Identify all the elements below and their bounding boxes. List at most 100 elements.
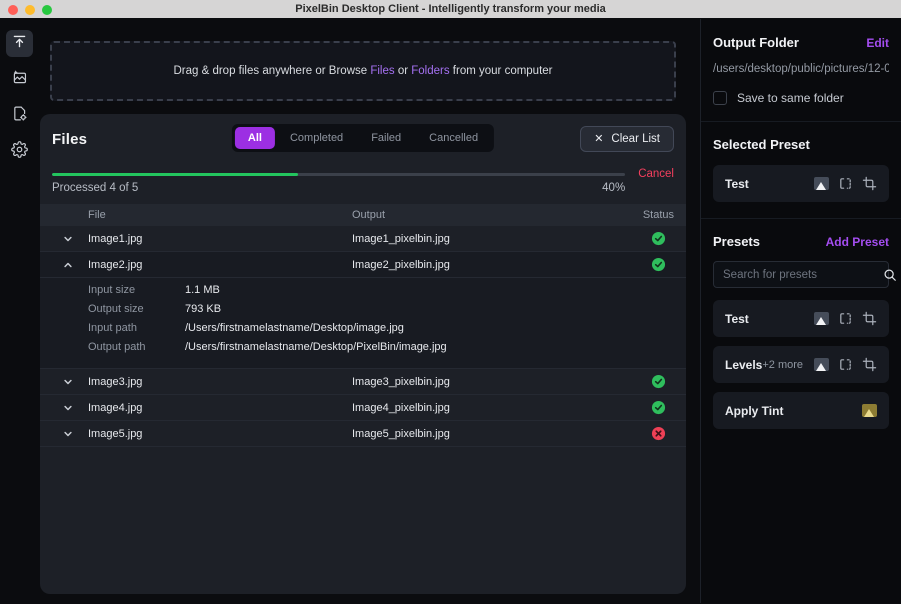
flip-horizontal-icon	[838, 176, 853, 191]
file-name: Image2.jpg	[88, 259, 352, 271]
output-name: Image5_pixelbin.jpg	[352, 428, 630, 440]
search-input[interactable]	[723, 269, 877, 281]
save-to-same-folder-label: Save to same folder	[737, 91, 844, 105]
sidebar-item-settings[interactable]	[6, 138, 33, 165]
crop-icon	[862, 311, 877, 326]
window-title: PixelBin Desktop Client - Intelligently …	[295, 3, 606, 15]
titlebar: PixelBin Desktop Client - Intelligently …	[0, 0, 901, 19]
main-content: Drag & drop files anywhere or Browse Fil…	[40, 19, 686, 603]
dropzone-text-suffix: from your computer	[450, 65, 553, 77]
sidebar-item-images[interactable]	[6, 66, 33, 93]
detail-value: 793 KB	[185, 300, 674, 319]
status-success-icon	[630, 257, 686, 272]
header-file: File	[88, 209, 352, 221]
image-sparkle-icon	[11, 69, 28, 91]
save-to-same-folder-checkbox[interactable]	[713, 91, 727, 105]
zoom-window-button[interactable]	[42, 5, 52, 15]
preset-search[interactable]	[713, 261, 889, 288]
table-row[interactable]: Image1.jpg Image1_pixelbin.jpg	[40, 226, 686, 252]
image-thumb-icon	[814, 177, 829, 190]
preset-item[interactable]: Levels +2 more	[713, 346, 889, 383]
dropzone-text-prefix: Drag & drop files anywhere or Browse	[173, 65, 370, 77]
chevron-down-icon[interactable]	[40, 403, 88, 413]
image-thumb-icon	[814, 312, 829, 325]
detail-label: Output size	[88, 300, 185, 319]
table-header: File Output Status	[40, 204, 686, 226]
output-name: Image1_pixelbin.jpg	[352, 233, 630, 245]
tab-all[interactable]: All	[235, 127, 275, 149]
selected-preset-card[interactable]: Test	[713, 165, 889, 202]
image-thumb-icon	[814, 358, 829, 371]
presets-title: Presets	[713, 234, 760, 249]
header-output: Output	[352, 209, 630, 221]
detail-value: 1.1 MB	[185, 281, 674, 300]
filter-tabs: All Completed Failed Cancelled	[232, 124, 494, 152]
progress-section: Processed 4 of 5 40% Cancel	[40, 162, 686, 194]
chevron-down-icon[interactable]	[40, 377, 88, 387]
output-name: Image3_pixelbin.jpg	[352, 376, 630, 388]
output-name: Image4_pixelbin.jpg	[352, 402, 630, 414]
crop-icon	[862, 357, 877, 372]
close-window-button[interactable]	[8, 5, 18, 15]
status-success-icon	[630, 231, 686, 246]
output-name: Image2_pixelbin.jpg	[352, 259, 630, 271]
detail-label: Input path	[88, 319, 185, 338]
preset-name: Test	[725, 312, 749, 326]
close-icon: ✕	[594, 134, 603, 145]
detail-value: /Users/firstnamelastname/Desktop/PixelBi…	[185, 338, 674, 357]
progress-fill	[52, 173, 298, 176]
preset-item[interactable]: Test	[713, 300, 889, 337]
file-name: Image1.jpg	[88, 233, 352, 245]
tab-cancelled[interactable]: Cancelled	[416, 127, 491, 149]
chevron-down-icon[interactable]	[40, 234, 88, 244]
detail-label: Input size	[88, 281, 185, 300]
table-row[interactable]: Image5.jpg Image5_pixelbin.jpg	[40, 421, 686, 447]
settings-gear-icon	[11, 141, 28, 163]
table-row[interactable]: Image4.jpg Image4_pixelbin.jpg	[40, 395, 686, 421]
progress-bar	[52, 173, 625, 176]
drag-drop-zone[interactable]: Drag & drop files anywhere or Browse Fil…	[50, 41, 676, 101]
preset-name: Levels	[725, 358, 762, 372]
progress-percent-label: 40%	[602, 182, 625, 194]
preset-list: Test Levels +2 more	[713, 300, 889, 429]
status-success-icon	[630, 400, 686, 415]
crop-icon	[862, 176, 877, 191]
dropzone-text-middle: or	[395, 65, 412, 77]
tab-failed[interactable]: Failed	[358, 127, 414, 149]
sidebar-item-upload[interactable]	[6, 30, 33, 57]
preset-item[interactable]: Apply Tint	[713, 392, 889, 429]
selected-preset-title: Selected Preset	[713, 137, 889, 152]
app-window: PixelBin Desktop Client - Intelligently …	[0, 0, 901, 604]
cancel-link[interactable]: Cancel	[638, 168, 674, 180]
section-divider	[701, 121, 901, 122]
processed-count-label: Processed 4 of 5	[52, 182, 138, 194]
window-controls[interactable]	[8, 5, 52, 15]
browse-files-link[interactable]: Files	[370, 65, 394, 77]
minimize-window-button[interactable]	[25, 5, 35, 15]
status-success-icon	[630, 374, 686, 389]
clear-list-button[interactable]: ✕ Clear List	[580, 126, 674, 152]
file-export-icon	[11, 105, 28, 127]
search-icon	[883, 268, 897, 282]
add-preset-link[interactable]: Add Preset	[826, 235, 889, 249]
detail-label: Output path	[88, 338, 185, 357]
chevron-down-icon[interactable]	[40, 429, 88, 439]
right-panel: Output Folder Edit /users/desktop/public…	[700, 19, 901, 603]
files-panel: Files All Completed Failed Cancelled ✕ C…	[40, 114, 686, 594]
browse-folders-link[interactable]: Folders	[411, 65, 449, 77]
status-failed-icon	[630, 426, 686, 441]
dropzone-text: Drag & drop files anywhere or Browse Fil…	[173, 65, 552, 77]
tab-completed[interactable]: Completed	[277, 127, 356, 149]
file-name: Image4.jpg	[88, 402, 352, 414]
more-transforms-label: +2 more	[762, 359, 803, 371]
preset-name: Apply Tint	[725, 404, 783, 418]
clear-list-label: Clear List	[611, 133, 660, 145]
detail-value: /Users/firstnamelastname/Desktop/image.j…	[185, 319, 674, 338]
file-name: Image3.jpg	[88, 376, 352, 388]
chevron-up-icon[interactable]	[40, 260, 88, 270]
output-folder-path: /users/desktop/public/pictures/12-02-202…	[713, 63, 889, 75]
table-row[interactable]: Image3.jpg Image3_pixelbin.jpg	[40, 369, 686, 395]
sidebar-item-file-settings[interactable]	[6, 102, 33, 129]
edit-output-folder-link[interactable]: Edit	[866, 36, 889, 50]
table-row[interactable]: Image2.jpg Image2_pixelbin.jpg	[40, 252, 686, 278]
